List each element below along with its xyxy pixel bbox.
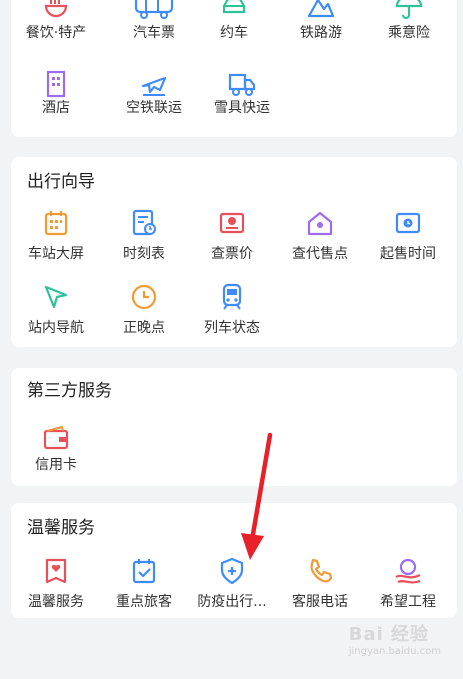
warm-epidemic-travel[interactable]: 防疫出行... <box>187 557 277 627</box>
train-icon <box>218 283 246 311</box>
guide-station-navigation[interactable]: 站内导航 <box>11 283 101 353</box>
guide-label: 车站大屏 <box>28 246 84 262</box>
guide-label: 正晚点 <box>123 320 165 336</box>
noodle-bowl-icon <box>42 0 70 20</box>
section-title: 第三方服务 <box>27 381 112 401</box>
guide-label: 查代售点 <box>292 246 348 262</box>
wallet-icon <box>42 424 70 452</box>
section-title: 出行向导 <box>27 172 95 192</box>
clock-ticket-icon <box>394 209 422 237</box>
guide-on-time[interactable]: 正晚点 <box>99 283 189 353</box>
warm-label: 温馨服务 <box>28 594 84 610</box>
guide-label: 时刻表 <box>123 246 165 262</box>
car-icon <box>220 0 248 20</box>
warm-customer-hotline[interactable]: 客服电话 <box>275 557 365 627</box>
service-ride-hailing[interactable]: 约车 <box>189 0 279 70</box>
warm-services-card: 温馨服务 温馨服务 重点旅客 防疫出行... 客服电话 希望工程 <box>11 503 457 618</box>
travel-guide-card: 出行向导 车站大屏 时刻表 查票价 查代售点 起售时间 站内导航 正晚点 列车状… <box>11 157 457 347</box>
mountain-icon <box>307 0 335 20</box>
service-ski-delivery[interactable]: 雪具快运 <box>197 72 287 142</box>
calendar-check-icon <box>130 557 158 585</box>
phone-icon <box>306 557 334 585</box>
third-credit-card[interactable]: 信用卡 <box>11 424 101 494</box>
service-air-rail[interactable]: 空铁联运 <box>109 72 199 142</box>
service-label: 乘意险 <box>388 25 430 41</box>
house-icon <box>306 209 334 237</box>
clock-icon <box>130 283 158 311</box>
service-hotel[interactable]: 酒店 <box>11 70 101 142</box>
guide-sale-time[interactable]: 起售时间 <box>363 209 453 279</box>
service-label: 约车 <box>220 25 248 41</box>
warm-label: 客服电话 <box>292 594 348 610</box>
watermark-subtext: jingyan.baidu.com <box>348 646 441 657</box>
service-label: 雪具快运 <box>214 100 270 116</box>
third-label: 信用卡 <box>35 457 77 473</box>
guide-timetable[interactable]: 时刻表 <box>99 209 189 279</box>
service-label: 酒店 <box>42 100 70 116</box>
guide-station-screen[interactable]: 车站大屏 <box>11 209 101 279</box>
warm-label: 防疫出行... <box>197 594 267 610</box>
bus-icon <box>134 0 174 20</box>
service-label: 餐饮·特产 <box>25 25 87 41</box>
guide-label: 起售时间 <box>380 246 436 262</box>
truck-icon <box>228 70 256 98</box>
warm-label: 希望工程 <box>380 594 436 610</box>
service-accident-insurance[interactable]: 乘意险 <box>364 0 454 70</box>
warm-key-passengers[interactable]: 重点旅客 <box>99 557 189 627</box>
warm-label: 重点旅客 <box>116 594 172 610</box>
plane-icon <box>140 70 168 98</box>
heart-bookmark-icon <box>42 557 70 585</box>
third-party-card: 第三方服务 信用卡 <box>11 368 457 486</box>
guide-label: 列车状态 <box>204 320 260 336</box>
service-bus-ticket[interactable]: 汽车票 <box>109 0 199 70</box>
schedule-icon <box>130 209 158 237</box>
guide-label: 查票价 <box>211 246 253 262</box>
ticket-yuan-icon <box>218 209 246 237</box>
shield-plus-icon <box>218 557 246 585</box>
service-food-specialty[interactable]: 餐饮·特产 <box>11 0 101 70</box>
services-card: 餐饮·特产 汽车票 约车 铁路游 乘意险 酒店 空铁联运 雪具快运 <box>11 0 457 137</box>
service-label: 铁路游 <box>300 25 342 41</box>
warm-care-service[interactable]: 温馨服务 <box>11 557 101 627</box>
service-rail-tour[interactable]: 铁路游 <box>276 0 366 70</box>
service-label: 空铁联运 <box>126 100 182 116</box>
building-icon <box>42 70 70 98</box>
watermark-text: Bai 经验 <box>348 624 430 645</box>
baidu-watermark: Bai 经验 jingyan.baidu.com <box>349 620 441 657</box>
umbrella-icon <box>395 0 423 20</box>
hope-project-icon <box>394 557 422 585</box>
service-label: 汽车票 <box>133 25 175 41</box>
guide-agency-outlets[interactable]: 查代售点 <box>275 209 365 279</box>
guide-fare-check[interactable]: 查票价 <box>187 209 277 279</box>
section-title: 温馨服务 <box>27 518 95 538</box>
warm-hope-project[interactable]: 希望工程 <box>363 557 453 627</box>
guide-label: 站内导航 <box>28 320 84 336</box>
guide-train-status[interactable]: 列车状态 <box>187 283 277 353</box>
navigation-arrow-icon <box>42 283 70 311</box>
calendar-grid-icon <box>42 209 70 237</box>
